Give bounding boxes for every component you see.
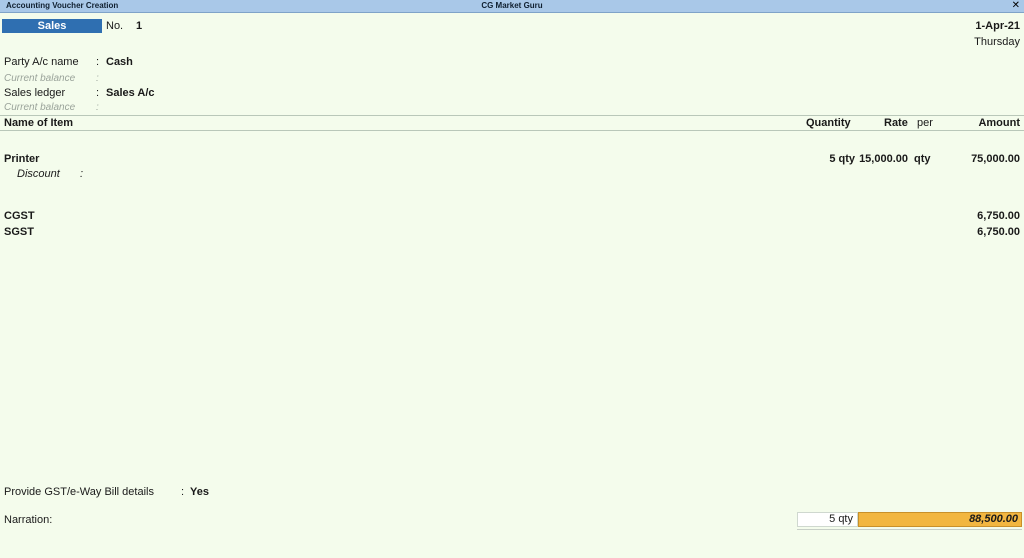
- tax-amount-cgst[interactable]: 6,750.00: [977, 210, 1020, 222]
- column-header-quantity: Quantity: [806, 117, 851, 129]
- item-per[interactable]: qty: [914, 153, 931, 165]
- party-current-balance-sep: :: [96, 73, 99, 84]
- item-discount-sep: :: [80, 168, 84, 180]
- party-sep: :: [96, 56, 100, 68]
- tax-amount-sgst[interactable]: 6,750.00: [977, 226, 1020, 238]
- party-label: Party A/c name: [4, 56, 79, 68]
- title-bar: Accounting Voucher Creation CG Market Gu…: [0, 0, 1024, 13]
- total-quantity: 5 qty: [797, 512, 858, 527]
- item-rate[interactable]: 15,000.00: [859, 153, 908, 165]
- column-header-per: per: [917, 117, 933, 129]
- sales-ledger-sep: :: [96, 87, 100, 99]
- column-header-rate: Rate: [884, 117, 908, 129]
- sales-ledger-current-balance-label: Current balance: [4, 102, 76, 113]
- party-value[interactable]: Cash: [106, 56, 133, 68]
- total-amount: 88,500.00: [858, 512, 1022, 527]
- column-header-item: Name of Item: [4, 117, 74, 129]
- tax-name-cgst[interactable]: CGST: [4, 210, 35, 222]
- item-name[interactable]: Printer: [4, 153, 39, 165]
- table-header-top-divider: [0, 115, 1024, 116]
- item-discount-label: Discount: [17, 168, 60, 180]
- voucher-date[interactable]: 1-Apr-21: [975, 20, 1020, 32]
- sales-ledger-label: Sales ledger: [4, 87, 66, 99]
- table-header-bottom-divider: [0, 130, 1024, 131]
- voucher-number-label: No.: [106, 20, 124, 32]
- close-icon[interactable]: ✕: [1012, 0, 1020, 11]
- totals-divider: [797, 529, 1022, 530]
- item-quantity[interactable]: 5 qty: [829, 153, 855, 165]
- gst-details-label: Provide GST/e-Way Bill details: [4, 486, 154, 498]
- narration-label: Narration:: [4, 514, 53, 526]
- voucher-type-button[interactable]: Sales: [2, 19, 102, 33]
- item-amount[interactable]: 75,000.00: [971, 153, 1020, 165]
- gst-details-value[interactable]: Yes: [190, 486, 209, 498]
- gst-details-sep: :: [181, 486, 185, 498]
- sales-ledger-current-balance-sep: :: [96, 102, 99, 113]
- company-name: CG Market Guru: [481, 1, 543, 10]
- voucher-number[interactable]: 1: [136, 20, 142, 32]
- tax-name-sgst[interactable]: SGST: [4, 226, 34, 238]
- party-current-balance-label: Current balance: [4, 73, 76, 84]
- sales-ledger-value[interactable]: Sales A/c: [106, 87, 155, 99]
- voucher-day: Thursday: [974, 36, 1020, 48]
- column-header-amount: Amount: [978, 117, 1020, 129]
